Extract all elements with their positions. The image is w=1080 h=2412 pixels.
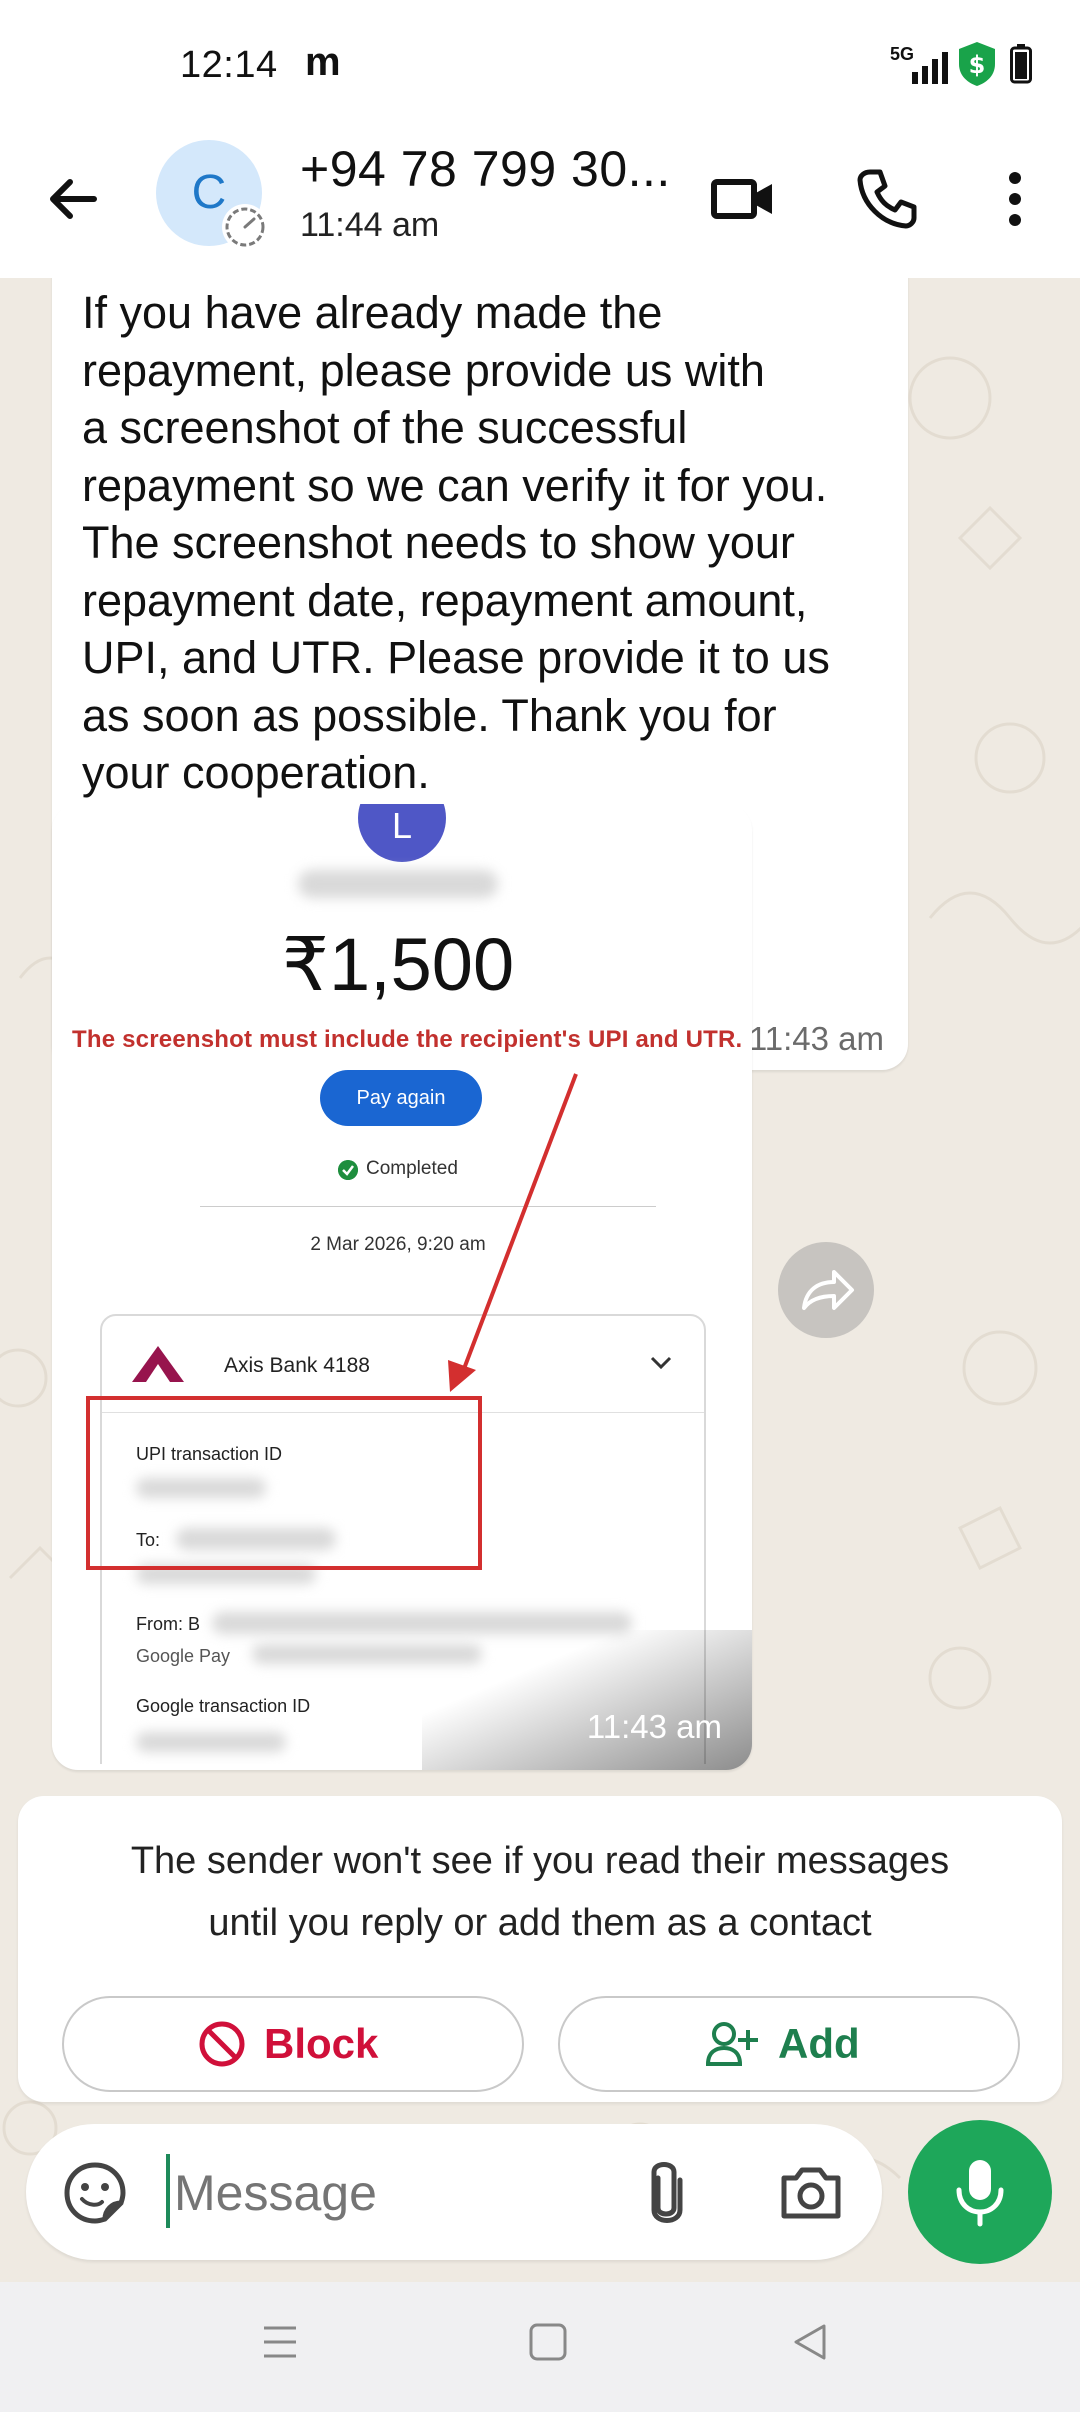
screenshot-from-label: From: B <box>136 1614 201 1634</box>
image-time-gradient <box>422 1630 752 1770</box>
screenshot-warning: The screenshot must include the recipien… <box>72 1026 743 1053</box>
disappearing-timer-icon <box>222 204 268 250</box>
system-nav-bar <box>0 2282 1080 2412</box>
screenshot-from-sub: Google Pay <box>136 1646 231 1666</box>
camera-icon[interactable] <box>778 2162 844 2222</box>
add-person-icon <box>705 2022 758 2066</box>
blurred-recipient-name <box>298 870 498 898</box>
phone-call-icon[interactable] <box>852 164 922 234</box>
avatar-initial: C <box>191 166 227 219</box>
payment-screenshot-image[interactable]: L ₹1,500 The screenshot must include the… <box>52 804 744 1764</box>
message-text: If you have already made the repayment, … <box>82 287 830 798</box>
chat-area[interactable]: If you have already made the repayment, … <box>0 278 1080 2275</box>
block-icon <box>199 2021 245 2067</box>
message-input-bar[interactable] <box>26 2124 882 2260</box>
back-nav-icon[interactable] <box>790 2322 830 2362</box>
shield-dollar-icon: $ <box>959 42 995 86</box>
highlight-box <box>86 1396 482 1570</box>
microphone-icon <box>956 2160 1004 2227</box>
add-button[interactable]: Add <box>558 1996 1020 2092</box>
battery-icon <box>1010 44 1032 84</box>
add-label: Add <box>778 2020 860 2067</box>
image-message-time: 11:43 am <box>586 1708 722 1745</box>
blurred-google-txn-id <box>136 1732 286 1752</box>
svg-text:$: $ <box>969 51 986 79</box>
last-seen: 11:44 am <box>300 206 440 244</box>
screenshot-avatar-initial: L <box>391 805 413 846</box>
screenshot-pay-again: Pay again <box>320 1070 482 1126</box>
unknown-sender-text: The sender won't see if you read their m… <box>130 1840 950 1944</box>
voice-message-button[interactable] <box>908 2120 1052 2264</box>
screenshot-datetime: 2 Mar 2026, 9:20 am <box>310 1234 486 1255</box>
screenshot-bank-name: Axis Bank 4188 <box>224 1354 370 1377</box>
forward-button[interactable] <box>778 1242 874 1338</box>
carrier-icon: m <box>305 40 341 84</box>
axis-bank-logo-icon <box>132 1346 184 1382</box>
message-time: 11:43 am <box>748 1020 884 1057</box>
unknown-sender-card: The sender won't see if you read their m… <box>18 1796 1062 2102</box>
menu-icon[interactable] <box>262 2322 298 2362</box>
message-bubble-image[interactable]: L ₹1,500 The screenshot must include the… <box>52 804 752 1770</box>
attach-icon[interactable] <box>638 2158 694 2228</box>
more-vert-icon[interactable] <box>980 164 1050 234</box>
status-time: 12:14 <box>180 44 278 86</box>
chat-header: C +94 78 799 30... 11:44 am <box>0 134 1080 279</box>
screenshot-amount: ₹1,500 <box>281 923 515 1006</box>
video-call-icon[interactable] <box>708 164 778 234</box>
forward-icon <box>802 1270 854 1310</box>
contact-name[interactable]: +94 78 799 30... <box>300 140 671 198</box>
sticker-icon[interactable] <box>62 2160 128 2226</box>
back-arrow-icon[interactable] <box>38 164 108 234</box>
block-label: Block <box>264 2020 379 2067</box>
screenshot-avatar: L <box>358 804 446 862</box>
block-button[interactable]: Block <box>62 1996 524 2092</box>
screenshot-status: Completed <box>366 1158 458 1179</box>
message-input[interactable] <box>172 2152 636 2234</box>
text-caret <box>166 2154 170 2228</box>
screenshot-google-txn-label: Google transaction ID <box>136 1696 311 1716</box>
check-circle-icon <box>338 1160 358 1180</box>
signal-icon <box>912 52 948 84</box>
chevron-down-icon <box>650 1356 672 1370</box>
status-bar: 12:14 m 5G $ <box>0 0 1080 134</box>
home-icon[interactable] <box>528 2322 568 2362</box>
screenshot-divider <box>200 1206 656 1207</box>
